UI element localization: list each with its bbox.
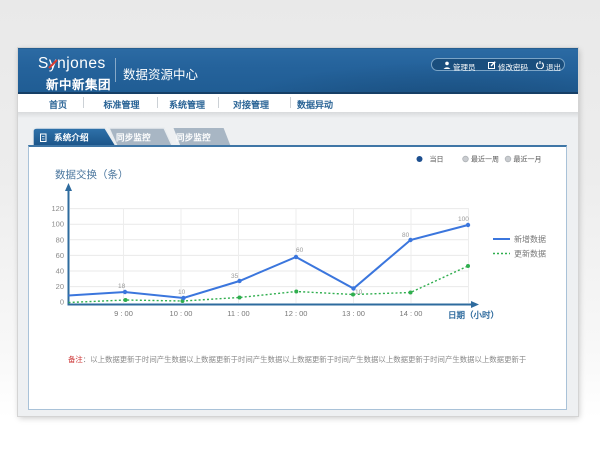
svg-text:35: 35 (231, 273, 239, 280)
svg-text:同步监控: 同步监控 (116, 133, 151, 143)
svg-text:最近一月: 最近一月 (514, 155, 542, 164)
svg-text:当日: 当日 (430, 155, 444, 164)
svg-text:40: 40 (56, 267, 64, 276)
svg-text:20: 20 (56, 282, 64, 291)
svg-text:60: 60 (56, 251, 64, 260)
svg-text:日期（小时）: 日期（小时） (448, 310, 499, 320)
svg-text:数据交换（条）: 数据交换（条） (55, 168, 129, 181)
svg-text:12 : 00: 12 : 00 (285, 309, 308, 318)
svg-text:更新数据: 更新数据 (514, 249, 546, 259)
svg-text:13 : 00: 13 : 00 (342, 309, 365, 318)
svg-text:100: 100 (458, 216, 469, 223)
svg-text:11 : 00: 11 : 00 (227, 309, 249, 318)
svg-text:60: 60 (296, 247, 304, 254)
svg-text:新增数据: 新增数据 (514, 234, 546, 244)
svg-text:10 : 00: 10 : 00 (170, 309, 193, 318)
svg-text:80: 80 (402, 232, 410, 239)
svg-text:最近一周: 最近一周 (471, 155, 499, 164)
svg-text:系统介绍: 系统介绍 (54, 133, 89, 143)
svg-text:10: 10 (355, 289, 363, 296)
svg-text:120: 120 (51, 204, 64, 213)
svg-text:80: 80 (56, 235, 64, 244)
svg-text:0: 0 (60, 298, 64, 307)
svg-text:14 : 00: 14 : 00 (400, 309, 423, 318)
svg-text:100: 100 (51, 220, 64, 229)
svg-text:同步监控: 同步监控 (176, 133, 211, 143)
svg-text:18: 18 (118, 283, 126, 290)
svg-text:9 : 00: 9 : 00 (114, 309, 133, 318)
svg-text:10: 10 (178, 289, 186, 296)
